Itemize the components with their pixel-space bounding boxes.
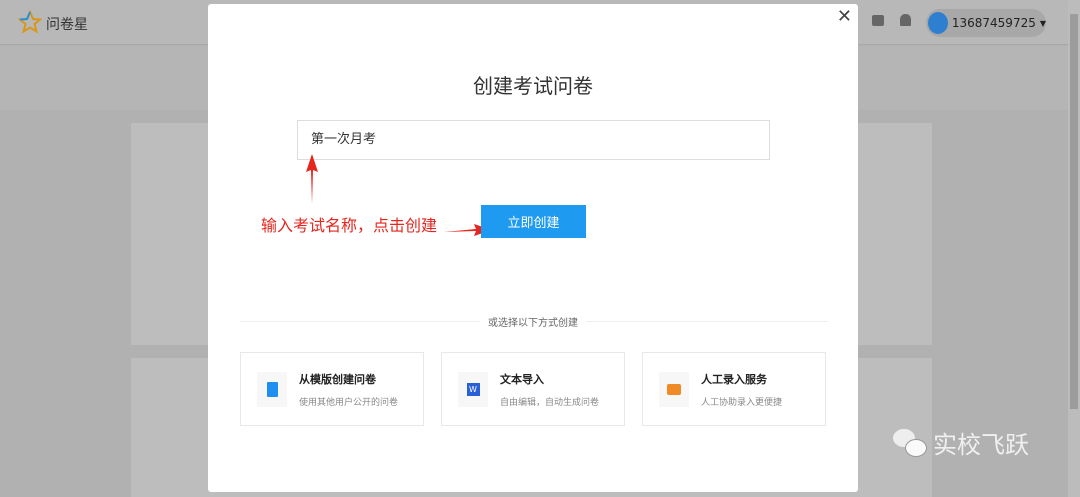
option-title: 文本导入: [500, 372, 544, 386]
logo[interactable]: 问卷星: [17, 9, 88, 38]
close-icon[interactable]: ✕: [837, 6, 852, 27]
option-manual-entry[interactable]: 人工录入服务人工协助录入更便捷: [642, 352, 826, 426]
create-exam-modal: ✕ 创建考试问卷 第一次月考 输入考试名称，点击创建 立即创建 或选择以下方式创…: [208, 4, 858, 492]
star-logo-icon: [17, 9, 43, 38]
annotation-arrow-up: [306, 154, 318, 204]
option-desc: 使用其他用户公开的问卷: [299, 397, 399, 408]
word-icon: W: [458, 371, 488, 407]
scrollbar[interactable]: [1068, 0, 1080, 497]
avatar: [928, 12, 948, 34]
caret-down-icon: ▼: [1039, 18, 1046, 28]
user-menu[interactable]: 13687459725 ▼: [926, 9, 1046, 37]
modal-title: 创建考试问卷: [473, 74, 593, 98]
message-icon[interactable]: [872, 15, 884, 26]
option-desc: 自由编辑，自动生成问卷: [500, 397, 600, 408]
annotation-text: 输入考试名称，点击创建: [261, 216, 438, 235]
monitor-icon: [659, 371, 689, 407]
option-desc: 人工协助录入更便捷: [701, 397, 783, 408]
create-now-button[interactable]: 立即创建: [481, 205, 586, 238]
divider-text: 或选择以下方式创建: [480, 318, 586, 329]
option-text-import[interactable]: W 文本导入自由编辑，自动生成问卷: [441, 352, 625, 426]
exam-name-input[interactable]: 第一次月考: [297, 120, 770, 160]
watermark-text: 实校飞跃: [933, 431, 1029, 459]
watermark: 实校飞跃: [893, 425, 1029, 460]
bell-icon[interactable]: [900, 14, 911, 26]
option-from-template[interactable]: 从模版创建问卷使用其他用户公开的问卷: [240, 352, 424, 426]
app-name: 问卷星: [46, 17, 88, 33]
wechat-icon: [893, 428, 927, 457]
option-title: 从模版创建问卷: [299, 372, 376, 386]
username: 13687459725: [951, 16, 1036, 30]
document-icon: [257, 371, 287, 407]
option-title: 人工录入服务: [701, 372, 767, 386]
